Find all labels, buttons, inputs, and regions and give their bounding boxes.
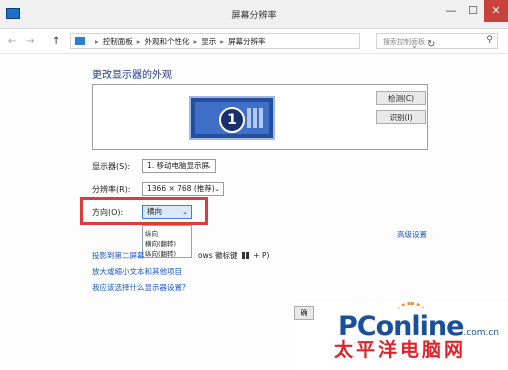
orientation-option-landscape-flipped[interactable]: 横向(翻转) — [145, 238, 191, 248]
display-preview: 1 检测(C) 识别(I) — [92, 84, 428, 150]
screen-resolution-window: 屏幕分辨率 — ☐ ✕ ← → ↑ ▸ 控制面板 ▸ 外观和个性化 ▸ 显示 ▸ 屏幕分辨率 … — [0, 0, 508, 370]
breadcrumb-control-panel[interactable]: 控制面板 — [103, 37, 133, 46]
breadcrumb-appearance[interactable]: 外观和个性化 — [145, 37, 190, 46]
page-title: 更改显示器的外观 — [92, 70, 172, 81]
back-arrow-icon[interactable]: ← — [8, 36, 16, 47]
project-link[interactable]: 投影到第二屏幕 — [92, 250, 145, 261]
tiles-icon — [247, 108, 265, 128]
window-title: 屏幕分辨率 — [231, 11, 277, 21]
minimize-button[interactable]: — — [440, 0, 462, 22]
breadcrumb: ▸ 控制面板 ▸ 外观和个性化 ▸ 显示 ▸ 屏幕分辨率 — [95, 37, 266, 46]
search-box[interactable]: 搜索控制面板 ⚲ — [376, 33, 498, 49]
pconline-watermark: PConline.com.cn 太平洋电脑网 — [326, 300, 504, 362]
advanced-settings-link[interactable]: 高级设置 — [397, 229, 427, 240]
windows-logo-icon — [241, 252, 249, 259]
which-settings-link[interactable]: 我应该选择什么显示器设置? — [92, 282, 186, 293]
forward-arrow-icon[interactable]: → — [26, 36, 34, 47]
display-select-value: 1. 移动电脑显示屏 — [147, 161, 210, 170]
monitor-1[interactable]: 1 — [189, 96, 275, 140]
display-label: 显示器(S): — [92, 162, 131, 171]
ok-button[interactable]: 确 — [294, 306, 314, 320]
navigation-bar: ← → ↑ ▸ 控制面板 ▸ 外观和个性化 ▸ 显示 ▸ 屏幕分辨率 ⌄ ↻ 搜索控制面板 ⚲ — [0, 29, 508, 54]
chevron-down-icon: ⌄ — [214, 185, 220, 193]
chevron-down-icon: ⌄ — [206, 162, 212, 170]
identify-button[interactable]: 识别(I) — [376, 110, 426, 124]
monitor-number-badge: 1 — [219, 107, 245, 133]
project-link-tail: ows 徽标键 + P) — [198, 251, 270, 260]
orientation-option-portrait-flipped[interactable]: 纵向(翻转) — [145, 248, 191, 258]
detect-button[interactable]: 检测(C) — [376, 91, 426, 105]
orientation-highlight-box — [80, 197, 208, 225]
orientation-dropdown-menu: 纵向 横向(翻转) 纵向(翻转) — [142, 225, 192, 258]
title-bar: 屏幕分辨率 — ☐ ✕ — [0, 0, 508, 29]
display-select[interactable]: 1. 移动电脑显示屏 ⌄ — [142, 159, 216, 173]
resolution-select-value: 1366 × 768 (推荐) — [147, 184, 215, 193]
breadcrumb-resolution[interactable]: 屏幕分辨率 — [228, 37, 266, 46]
search-placeholder: 搜索控制面板 — [383, 38, 425, 46]
address-bar[interactable]: ▸ 控制面板 ▸ 外观和个性化 ▸ 显示 ▸ 屏幕分辨率 ⌄ ↻ — [70, 33, 435, 50]
orientation-option-portrait[interactable]: 纵向 — [145, 228, 191, 238]
text-size-link[interactable]: 放大或缩小文本和其他项目 — [92, 266, 182, 277]
search-icon: ⚲ — [486, 35, 493, 45]
control-panel-small-icon — [75, 37, 85, 45]
breadcrumb-display[interactable]: 显示 — [201, 37, 216, 46]
up-arrow-icon[interactable]: ↑ — [52, 36, 60, 47]
resolution-select[interactable]: 1366 × 768 (推荐) ⌄ — [142, 182, 224, 196]
close-button[interactable]: ✕ — [484, 0, 508, 22]
maximize-button[interactable]: ☐ — [462, 0, 484, 22]
resolution-label: 分辨率(R): — [92, 185, 131, 194]
watermark-cn: 太平洋电脑网 — [334, 339, 467, 361]
